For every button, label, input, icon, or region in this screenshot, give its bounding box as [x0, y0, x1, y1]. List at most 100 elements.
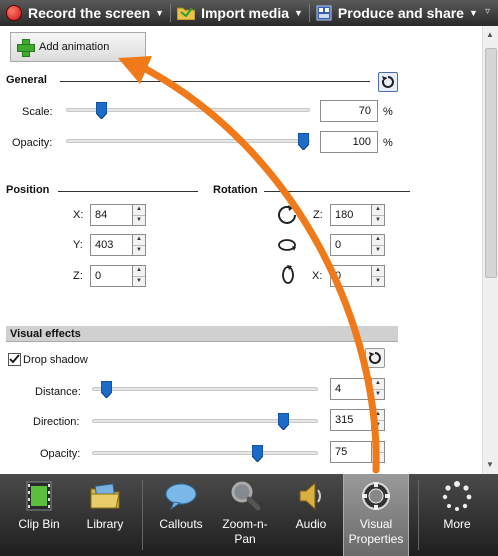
spin-up-icon[interactable]: ▲	[133, 266, 145, 276]
spin-up-icon[interactable]: ▲	[372, 266, 384, 276]
slider-thumb[interactable]	[252, 445, 263, 462]
scale-label: Scale:	[22, 106, 53, 118]
tab-zoom-n-pan[interactable]: Zoom-n- Pan	[212, 474, 278, 556]
top-toolbar: Record the screen ▼ Import media ▼ Produ…	[0, 0, 498, 26]
drop-shadow-checkbox[interactable]	[8, 353, 21, 366]
spin-up-icon[interactable]: ▲	[133, 205, 145, 215]
import-label: Import media	[201, 5, 289, 21]
distance-label: Distance:	[35, 386, 81, 398]
rotation-x-stepper[interactable]: 0 ▲ ▼	[330, 265, 385, 287]
spin-down-icon[interactable]: ▼	[372, 244, 384, 256]
spin-down-icon[interactable]: ▼	[372, 388, 384, 400]
opacity-unit: %	[383, 137, 393, 149]
opacity-label: Opacity:	[12, 137, 53, 149]
magnifier-icon	[231, 481, 261, 511]
shadow-opacity-slider[interactable]	[92, 445, 318, 462]
tab-label: Library	[86, 517, 124, 531]
record-label: Record the screen	[28, 5, 151, 21]
direction-label: Direction:	[33, 416, 80, 428]
chevron-down-icon: ▼	[155, 8, 165, 18]
rotation-x-label: X:	[312, 270, 323, 282]
rotation-y-stepper[interactable]: 0 ▲ ▼	[330, 234, 385, 256]
reset-general-button[interactable]	[378, 72, 398, 92]
spin-up-icon[interactable]: ▲	[133, 235, 145, 245]
tab-label: More	[443, 517, 471, 531]
opacity-slider[interactable]	[66, 133, 310, 150]
position-y-label: Y:	[73, 239, 83, 251]
add-animation-button[interactable]: Add animation	[10, 32, 146, 62]
shadow-opacity-label: Opacity:	[40, 448, 81, 460]
spin-down-icon[interactable]: ▼	[372, 419, 384, 431]
scale-input[interactable]: 70	[320, 100, 378, 122]
scroll-down-icon[interactable]: ▼	[486, 460, 494, 469]
tab-label: Audio	[295, 517, 327, 531]
tab-audio[interactable]: Audio	[278, 474, 344, 556]
slider-thumb[interactable]	[298, 133, 309, 150]
vertical-scrollbar[interactable]: ▲ ▼	[482, 26, 498, 474]
slider-thumb[interactable]	[101, 381, 112, 398]
rotate-z-icon	[278, 205, 296, 224]
speech-bubble-icon	[165, 483, 197, 511]
tab-more[interactable]: More	[424, 474, 490, 556]
slider-thumb[interactable]	[278, 413, 289, 430]
import-media-menu[interactable]: Import media ▼	[171, 0, 309, 26]
spin-up-icon[interactable]: ▲	[372, 410, 384, 420]
reset-effects-button[interactable]	[365, 348, 385, 368]
library-folder-icon	[90, 483, 120, 509]
section-divider	[264, 191, 410, 192]
spin-down-icon[interactable]: ▼	[133, 275, 145, 287]
record-screen-menu[interactable]: Record the screen ▼	[0, 0, 170, 26]
tab-separator	[418, 480, 419, 550]
rotation-section-title: Rotation	[213, 184, 258, 196]
folder-icon	[177, 7, 196, 20]
spin-up-icon[interactable]: ▲	[372, 205, 384, 215]
spin-down-icon[interactable]: ▼	[372, 214, 384, 226]
tab-library[interactable]: Library	[72, 474, 138, 556]
position-x-stepper[interactable]: 84 ▲ ▼	[90, 204, 146, 226]
spin-down-icon[interactable]: ▼	[133, 244, 145, 256]
spin-up-icon[interactable]: ▲	[372, 235, 384, 245]
shadow-opacity-stepper[interactable]: 75 ▲ ▼	[330, 441, 385, 463]
position-section-title: Position	[6, 184, 50, 196]
reset-icon	[381, 76, 394, 88]
distance-stepper[interactable]: 4 ▲ ▼	[330, 378, 385, 400]
drop-shadow-label: Drop shadow	[23, 354, 88, 366]
spin-down-icon[interactable]: ▼	[372, 451, 384, 463]
position-z-stepper[interactable]: 0 ▲ ▼	[90, 265, 146, 287]
tab-label: Zoom-n- Pan	[222, 517, 268, 546]
tab-callouts[interactable]: Callouts	[148, 474, 214, 556]
rotation-z-stepper[interactable]: 180 ▲ ▼	[330, 204, 385, 226]
opacity-input[interactable]: 100	[320, 131, 378, 153]
tab-visual-properties[interactable]: Visual Properties	[343, 474, 409, 556]
plus-icon	[17, 39, 35, 57]
distance-slider[interactable]	[92, 381, 318, 398]
loading-dots-icon	[442, 481, 472, 511]
spin-up-icon[interactable]: ▲	[372, 442, 384, 452]
film-strip-icon	[26, 481, 52, 511]
spin-down-icon[interactable]: ▼	[133, 214, 145, 226]
position-y-stepper[interactable]: 403 ▲ ▼	[90, 234, 146, 256]
chevron-down-icon: ▼	[294, 8, 303, 18]
rotate-x-icon	[282, 265, 294, 284]
tab-clip-bin[interactable]: Clip Bin	[6, 474, 72, 556]
gear-film-icon	[362, 482, 390, 510]
slider-thumb[interactable]	[96, 102, 107, 119]
visual-effects-title: Visual effects	[10, 328, 81, 340]
tab-label: Visual Properties	[348, 517, 404, 546]
overflow-chevron-icon[interactable]: ▿	[485, 6, 490, 17]
add-animation-label: Add animation	[39, 41, 110, 53]
spin-up-icon[interactable]: ▲	[372, 379, 384, 389]
film-produce-icon	[316, 5, 332, 21]
scale-slider[interactable]	[66, 102, 310, 119]
spin-down-icon[interactable]: ▼	[372, 275, 384, 287]
direction-stepper[interactable]: 315 ▲ ▼	[330, 409, 385, 431]
tab-separator	[142, 480, 143, 550]
produce-share-menu[interactable]: Produce and share ▼	[310, 0, 484, 26]
position-x-label: X:	[73, 209, 84, 221]
record-icon	[6, 5, 22, 21]
direction-slider[interactable]	[92, 413, 318, 430]
speaker-icon	[299, 481, 321, 511]
chevron-down-icon: ▼	[468, 8, 478, 18]
scrollbar-thumb[interactable]	[485, 48, 497, 278]
scroll-up-icon[interactable]: ▲	[486, 30, 494, 39]
